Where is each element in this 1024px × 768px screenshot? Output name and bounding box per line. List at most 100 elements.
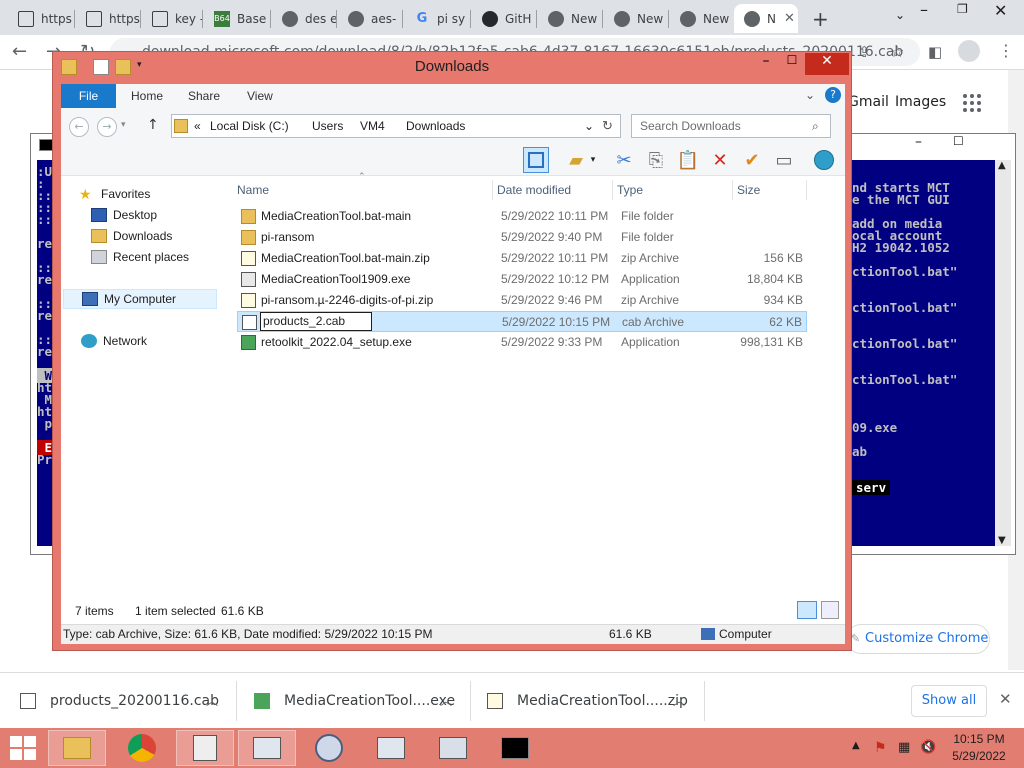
- tab-3[interactable]: key -: [142, 4, 202, 33]
- tray-overflow-icon[interactable]: ▲: [852, 740, 860, 751]
- back-icon[interactable]: ←: [12, 41, 27, 62]
- share-icon[interactable]: ⇪: [858, 43, 871, 61]
- nav-favorites[interactable]: ★ Favorites: [79, 184, 150, 204]
- tab-10[interactable]: New: [604, 4, 668, 33]
- file-row[interactable]: pi-ransom.µ-2246-digits-of-pi.zip 5/29/20…: [237, 290, 807, 311]
- gmail-link[interactable]: Gmail: [848, 94, 889, 110]
- column-header-type[interactable]: Type: [613, 180, 733, 200]
- open-dropdown-icon[interactable]: ▾: [587, 147, 599, 173]
- back-icon[interactable]: ←: [69, 117, 89, 137]
- tab-2[interactable]: https: [76, 4, 140, 33]
- taskbar-app-button[interactable]: [424, 730, 482, 766]
- breadcrumb-local-disk[interactable]: Local Disk (C:): [210, 115, 289, 137]
- column-header-size[interactable]: Size: [733, 180, 807, 200]
- breadcrumb-users[interactable]: Users: [312, 115, 343, 137]
- copy-icon[interactable]: ⎘: [643, 147, 669, 173]
- action-center-flag-icon[interactable]: ⚑: [874, 740, 887, 756]
- restore-icon[interactable]: ❐: [957, 2, 968, 16]
- file-row[interactable]: pi-ransom 5/29/2022 9:40 PM File folder: [237, 227, 807, 248]
- nav-recent[interactable]: Recent places: [91, 247, 189, 267]
- network-tray-icon[interactable]: ▦: [898, 740, 910, 755]
- taskbar-app-button[interactable]: [362, 730, 420, 766]
- tab-7[interactable]: Gpi sy: [404, 4, 470, 33]
- column-header-date[interactable]: Date modified: [493, 180, 613, 200]
- file-row[interactable]: products_2.cab 5/29/2022 10:15 PM cab Arch…: [237, 311, 807, 332]
- tab-11[interactable]: New: [670, 4, 732, 33]
- file-row[interactable]: MediaCreationTool1909.exe 5/29/2022 10:12…: [237, 269, 807, 290]
- taskbar-app-button[interactable]: [176, 730, 234, 766]
- chevron-up-icon[interactable]: ︿: [206, 692, 218, 709]
- images-link[interactable]: Images: [895, 94, 946, 110]
- recent-locations-icon[interactable]: ▾: [121, 120, 126, 130]
- cut-icon[interactable]: ✂: [611, 147, 637, 173]
- tab-search-button[interactable]: ⌄: [895, 8, 905, 22]
- tab-5[interactable]: des e: [272, 4, 336, 33]
- show-all-button[interactable]: Show all: [911, 685, 987, 717]
- explorer-window[interactable]: ▾ Downloads – ☐ ✕ File Home Share View ⌄…: [52, 51, 852, 651]
- tab-close-icon[interactable]: ✕: [784, 11, 795, 26]
- tab-4[interactable]: B64 Base: [204, 4, 270, 33]
- nav-desktop[interactable]: Desktop: [91, 205, 157, 225]
- refresh-icon[interactable]: ↻: [602, 115, 613, 137]
- download-item[interactable]: MediaCreationTool....exe: [254, 673, 455, 729]
- download-item[interactable]: MediaCreationTool.....zip: [487, 673, 688, 729]
- taskbar-clock[interactable]: 10:15 PM 5/29/2022: [940, 731, 1018, 765]
- maximize-icon[interactable]: ☐: [779, 53, 805, 75]
- taskbar-app-button[interactable]: [238, 730, 296, 766]
- large-icons-view-icon[interactable]: [821, 601, 839, 619]
- breadcrumb-overflow[interactable]: «: [194, 115, 201, 137]
- taskbar-app-button[interactable]: [300, 730, 358, 766]
- help-icon[interactable]: ?: [825, 87, 841, 103]
- tab-home[interactable]: Home: [131, 84, 163, 108]
- nav-my-computer[interactable]: My Computer: [63, 289, 217, 309]
- start-button[interactable]: [10, 736, 38, 760]
- volume-muted-icon[interactable]: 🔇: [920, 740, 936, 755]
- nav-downloads[interactable]: Downloads: [91, 226, 172, 246]
- close-downloads-icon[interactable]: ✕: [999, 690, 1012, 708]
- scroll-down-icon[interactable]: ▼: [998, 535, 1006, 546]
- tab-share[interactable]: Share: [188, 84, 220, 108]
- taskbar-app-button[interactable]: [486, 730, 544, 766]
- column-header-name[interactable]: Name: [233, 180, 493, 200]
- open-folder-icon[interactable]: ▰: [563, 147, 589, 173]
- console-scrollbar[interactable]: ▲ ▼: [995, 160, 1011, 546]
- download-item[interactable]: products_20200116.cab: [20, 673, 219, 729]
- rename-check-icon[interactable]: ✔: [739, 147, 765, 173]
- tab-9[interactable]: New: [538, 4, 602, 33]
- breadcrumb-downloads[interactable]: Downloads: [406, 115, 465, 137]
- console-minimize-icon[interactable]: –: [915, 134, 922, 150]
- customize-chrome-button[interactable]: ✎ Customize Chrome: [846, 624, 990, 654]
- close-icon[interactable]: ✕: [805, 53, 849, 75]
- file-row[interactable]: retoolkit_2022.04_setup.exe 5/29/2022 9:3…: [237, 332, 807, 353]
- forward-icon[interactable]: →: [97, 117, 117, 137]
- chevron-up-icon[interactable]: ︿: [673, 692, 685, 709]
- tab-1[interactable]: https: [8, 4, 74, 33]
- properties-icon[interactable]: ▭: [771, 147, 797, 173]
- breadcrumb-vm4[interactable]: VM4: [360, 115, 385, 137]
- tab-file[interactable]: File: [61, 84, 116, 108]
- search-input[interactable]: Search Downloads ⌕: [631, 114, 831, 138]
- file-row[interactable]: MediaCreationTool.bat-main 5/29/2022 10:1…: [237, 206, 807, 227]
- paste-icon[interactable]: 📋: [675, 147, 701, 173]
- rename-input[interactable]: products_2.cab: [260, 312, 372, 331]
- details-view-icon[interactable]: [797, 601, 817, 619]
- tab-view[interactable]: View: [247, 84, 273, 108]
- taskbar-app-button[interactable]: [113, 730, 171, 766]
- up-icon[interactable]: ↑: [147, 117, 159, 133]
- tab-6[interactable]: aes-: [338, 4, 402, 33]
- profile-avatar[interactable]: [958, 40, 980, 62]
- breadcrumb[interactable]: « Local Disk (C:) Users VM4 Downloads ⌄ …: [171, 114, 621, 138]
- close-icon[interactable]: ✕: [994, 1, 1007, 20]
- tab-8[interactable]: GitH: [472, 4, 536, 33]
- scroll-up-icon[interactable]: ▲: [998, 160, 1006, 171]
- chevron-up-icon[interactable]: ︿: [440, 692, 452, 709]
- bookmark-star-icon[interactable]: ☆: [890, 42, 904, 61]
- tab-12[interactable]: N ✕: [734, 4, 798, 33]
- google-apps-icon[interactable]: [963, 94, 981, 112]
- taskbar-app-button[interactable]: [48, 730, 106, 766]
- ribbon-expand-icon[interactable]: ⌄: [805, 88, 815, 102]
- globe-icon[interactable]: [811, 147, 837, 173]
- console-maximize-icon[interactable]: ☐: [953, 134, 964, 148]
- nav-network[interactable]: Network: [81, 331, 147, 351]
- preview-pane-icon[interactable]: [523, 147, 549, 173]
